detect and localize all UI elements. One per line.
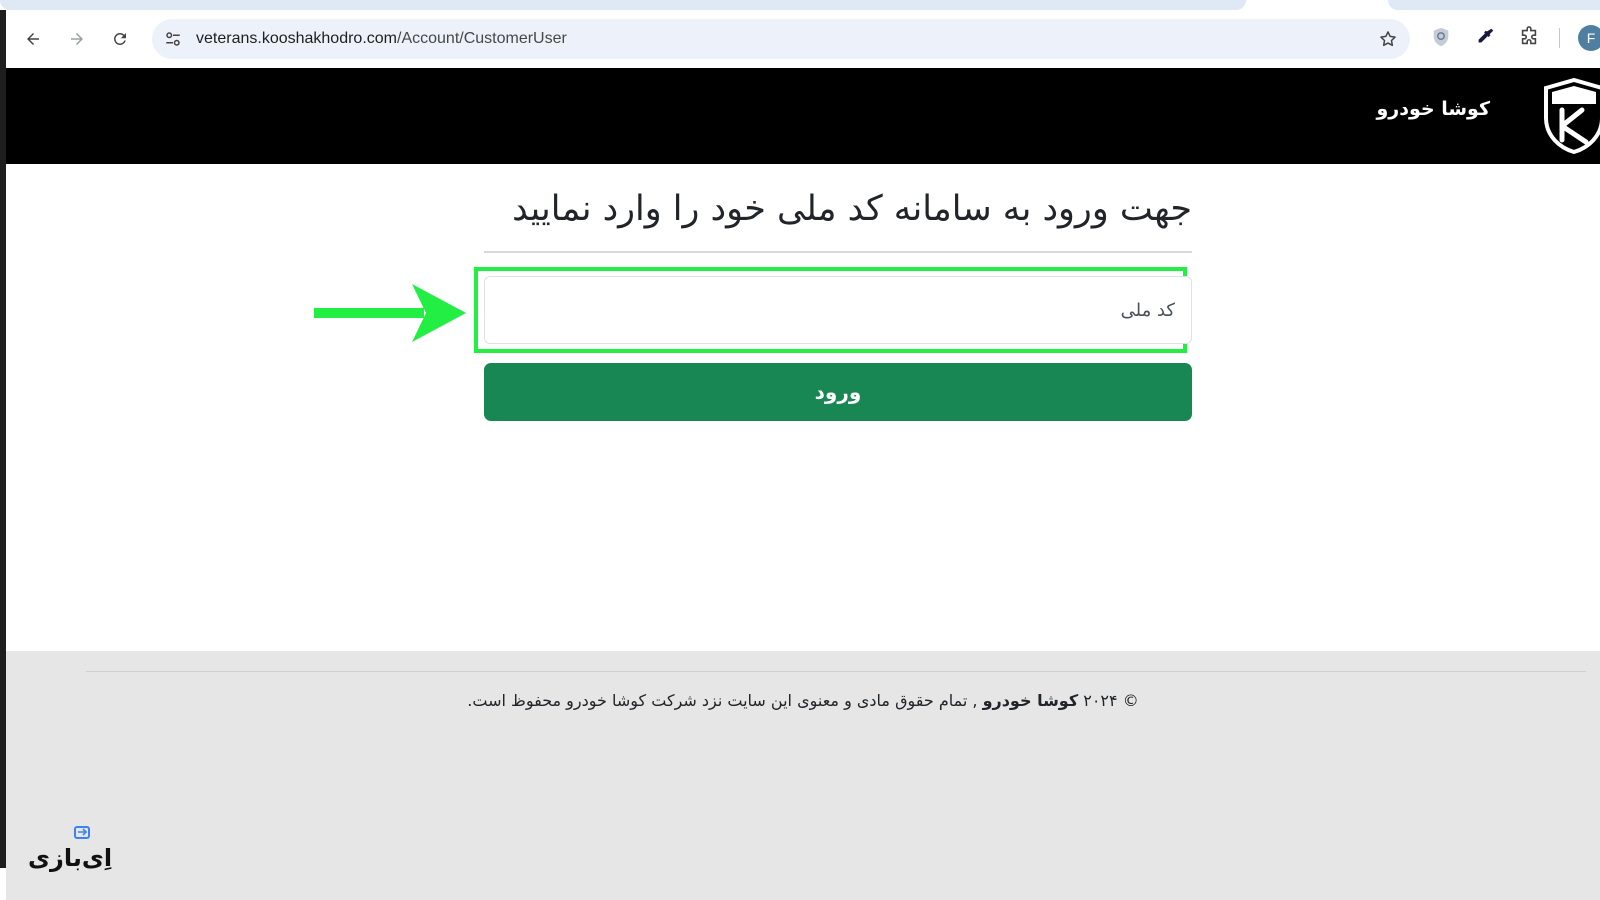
toolbar-divider bbox=[1559, 28, 1560, 48]
watermark-text: اِی‌بازی bbox=[28, 844, 113, 872]
site-header: کوشا خودرو bbox=[6, 68, 1600, 164]
brand-name-link[interactable]: کوشا خودرو bbox=[1377, 98, 1491, 120]
back-button[interactable] bbox=[16, 22, 50, 56]
login-button[interactable]: ورود bbox=[484, 363, 1192, 421]
reload-button[interactable] bbox=[103, 22, 137, 56]
site-footer: © ۲۰۲۴ کوشا خودرو , تمام حقوق مادی و معن… bbox=[6, 651, 1600, 900]
site-settings-icon[interactable] bbox=[164, 30, 182, 48]
extensions-puzzle-icon[interactable] bbox=[1518, 26, 1540, 48]
reload-icon bbox=[114, 32, 126, 45]
shield-extension-icon[interactable] bbox=[1430, 26, 1452, 48]
annotation-arrow-icon bbox=[314, 284, 466, 342]
browser-toolbar: veterans.kooshakhodro.com/Account/Custom… bbox=[6, 10, 1600, 68]
forward-button[interactable] bbox=[60, 22, 94, 56]
url-host: veterans.kooshakhodro.com bbox=[196, 30, 397, 47]
arrow-right-icon bbox=[71, 33, 83, 45]
copyright-year: © ۲۰۲۴ bbox=[1083, 691, 1139, 710]
tab-strip bbox=[0, 0, 1600, 10]
footer-rights-text: , تمام حقوق مادی و معنوی این سایت نزد شر… bbox=[467, 691, 978, 710]
profile-avatar[interactable]: F bbox=[1578, 25, 1600, 51]
heading-divider bbox=[484, 251, 1192, 253]
browser-tab-active[interactable] bbox=[0, 0, 1246, 10]
arrow-left-icon bbox=[27, 33, 39, 45]
url-path: /Account/CustomerUser bbox=[397, 30, 567, 47]
bookmark-star-icon[interactable] bbox=[1378, 29, 1398, 49]
footer-divider bbox=[86, 671, 1586, 672]
footer-brand: کوشا خودرو bbox=[982, 691, 1079, 710]
page-title: جهت ورود به سامانه کد ملی خود را وارد نم… bbox=[512, 189, 1192, 229]
browser-tab[interactable] bbox=[1388, 0, 1600, 10]
site-watermark-logo: اِی‌بازی bbox=[28, 826, 113, 872]
national-code-input[interactable] bbox=[484, 276, 1192, 344]
address-bar[interactable]: veterans.kooshakhodro.com/Account/Custom… bbox=[152, 19, 1410, 59]
footer-copyright: © ۲۰۲۴ کوشا خودرو , تمام حقوق مادی و معن… bbox=[6, 691, 1600, 710]
watermark-mark-icon bbox=[74, 826, 90, 839]
url-text[interactable]: veterans.kooshakhodro.com/Account/Custom… bbox=[196, 19, 567, 59]
koosha-khodro-logo[interactable] bbox=[1542, 78, 1600, 154]
eyedropper-extension-icon[interactable] bbox=[1474, 26, 1496, 48]
